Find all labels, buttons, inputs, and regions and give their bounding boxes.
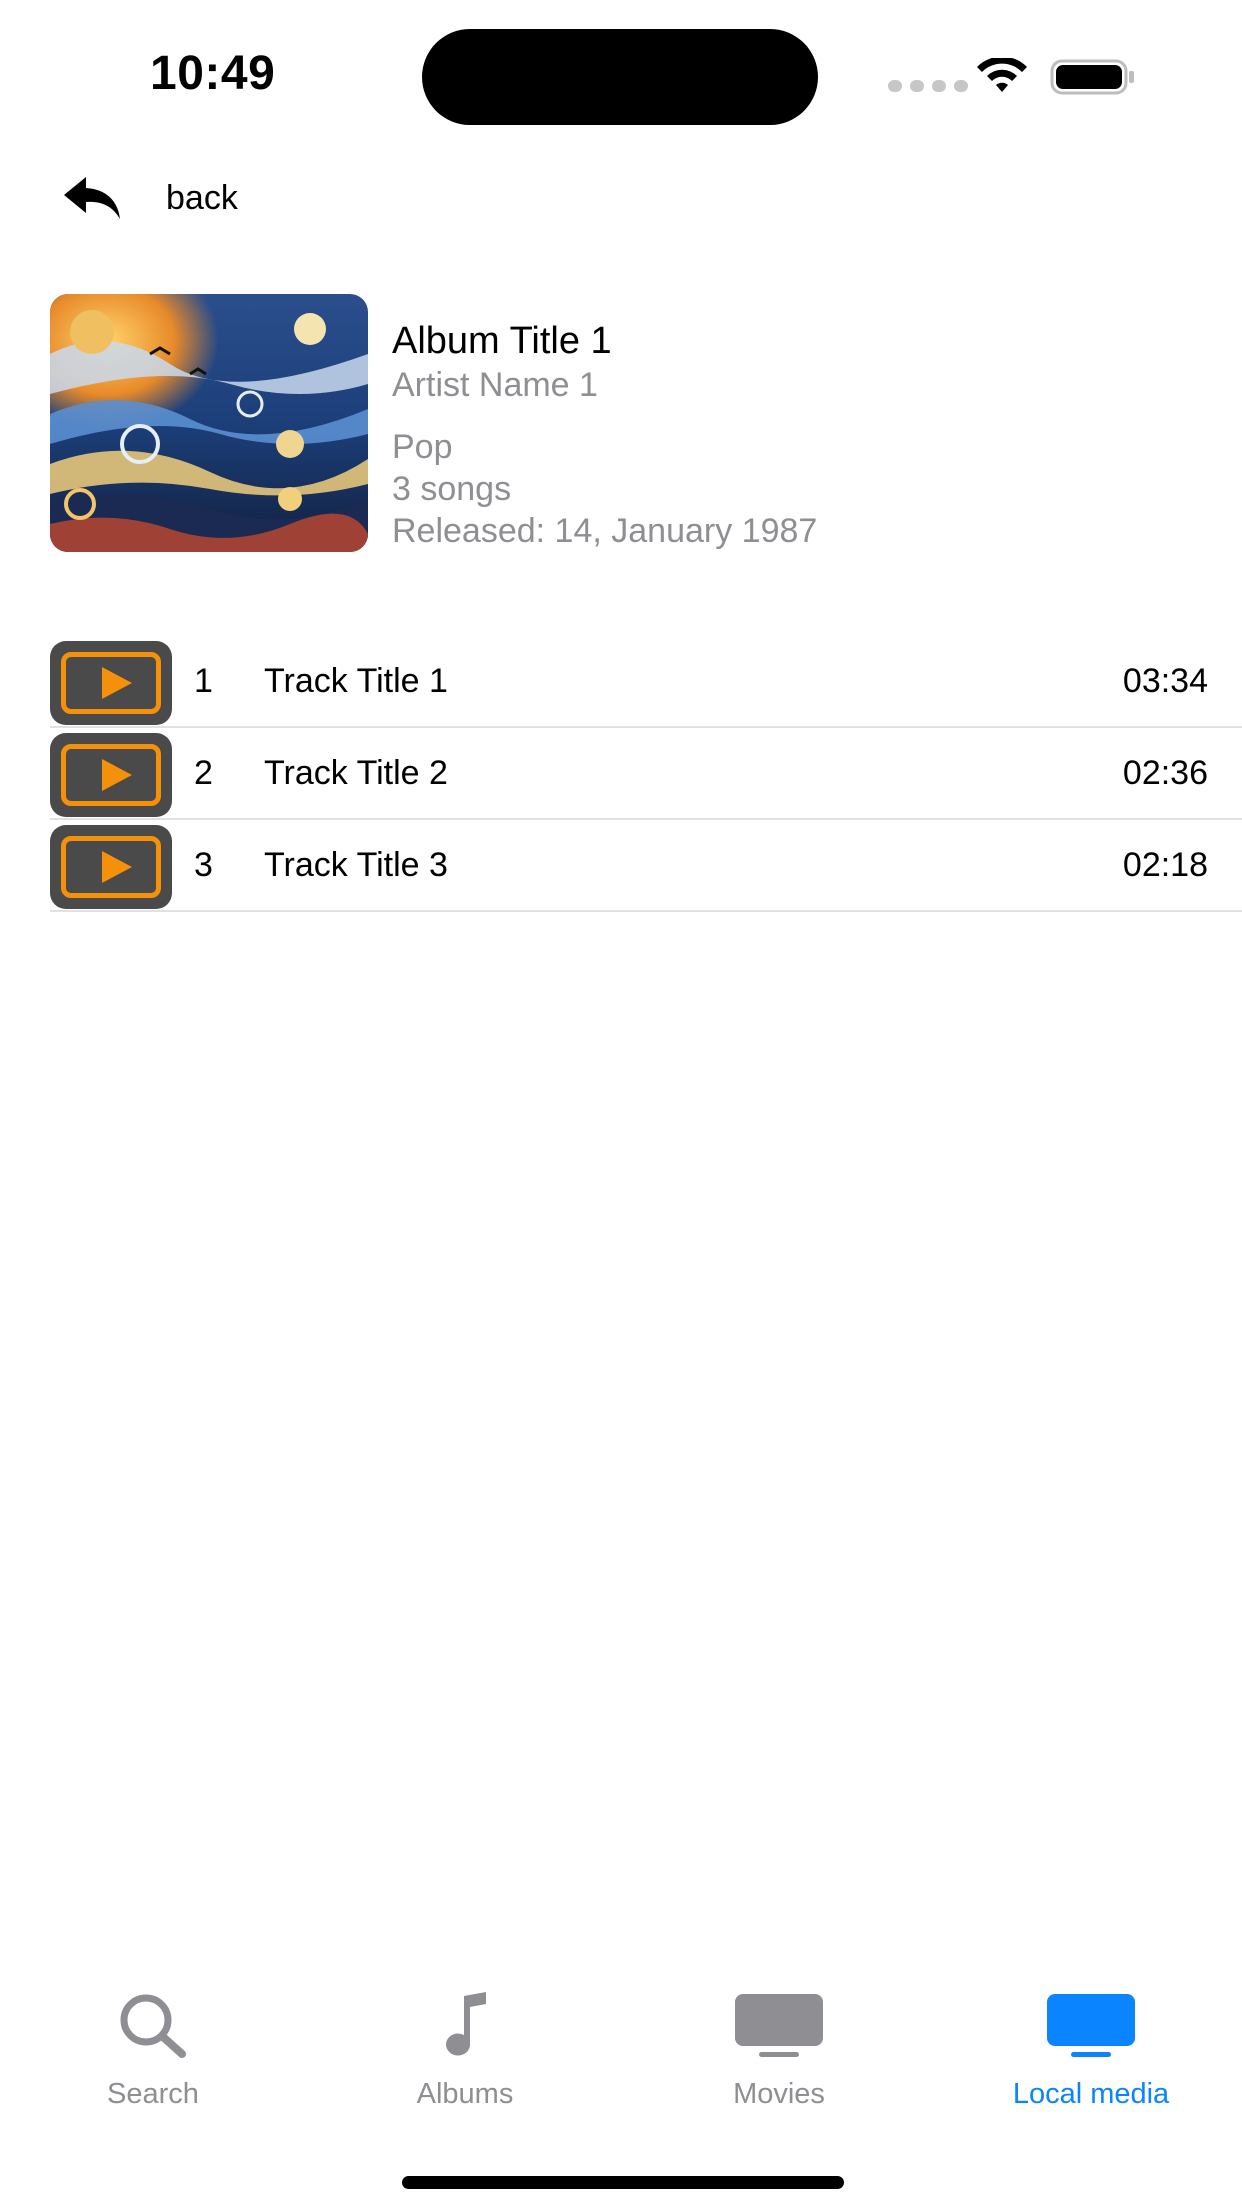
tv-icon [1047,1994,1135,2057]
album-info: Album Title 1 Artist Name 1 Pop 3 songs … [392,318,1212,552]
track-list: 1 Track Title 1 03:34 2 Track Title 2 02… [50,636,1242,912]
track-number: 2 [194,753,213,792]
status-time: 10:49 [150,47,276,100]
track-duration: 03:34 [1122,661,1208,700]
track-number: 3 [194,845,213,884]
tv-icon [735,1994,823,2057]
artist-name: Artist Name 1 [392,366,598,404]
tab-bar: Search Albums Movies Local media [0,1990,1242,2130]
home-indicator [402,2176,844,2189]
play-button[interactable] [50,825,172,909]
play-icon [61,836,161,898]
play-button[interactable] [50,641,172,725]
back-label: back [166,178,238,217]
reply-arrow-icon [64,177,120,219]
track-row[interactable]: 3 Track Title 3 02:18 [50,820,1242,912]
track-row[interactable]: 2 Track Title 2 02:36 [50,728,1242,820]
search-icon [120,1994,186,2058]
tab-label: Movies [733,2078,825,2110]
tab-search[interactable]: Search [28,1990,278,2111]
track-number: 1 [194,661,213,700]
music-note-icon [446,1992,486,2056]
tab-local-media[interactable]: Local media [966,1990,1216,2111]
tab-label: Albums [416,2078,514,2110]
tab-albums[interactable]: Albums [340,1990,590,2111]
tab-label: Local media [1012,2078,1170,2110]
play-icon [61,744,161,806]
album-cover-image [50,294,368,552]
track-row[interactable]: 1 Track Title 1 03:34 [50,636,1242,728]
track-title: Track Title 1 [264,661,448,700]
battery-icon [1050,59,1134,95]
back-button[interactable]: back [60,170,238,226]
track-duration: 02:18 [1122,845,1208,884]
track-title: Track Title 3 [264,845,448,884]
wifi-icon [977,58,1027,92]
tab-label: Search [107,2078,199,2110]
album-release-date: Released: 14, January 1987 [392,512,818,550]
track-title: Track Title 2 [264,753,448,792]
dynamic-island [422,29,818,125]
play-icon [61,652,161,714]
play-button[interactable] [50,733,172,817]
album-genre: Pop [392,428,453,466]
album-title: Album Title 1 [392,320,612,362]
tab-movies[interactable]: Movies [654,1990,904,2111]
track-duration: 02:36 [1122,753,1208,792]
album-song-count: 3 songs [392,470,512,508]
